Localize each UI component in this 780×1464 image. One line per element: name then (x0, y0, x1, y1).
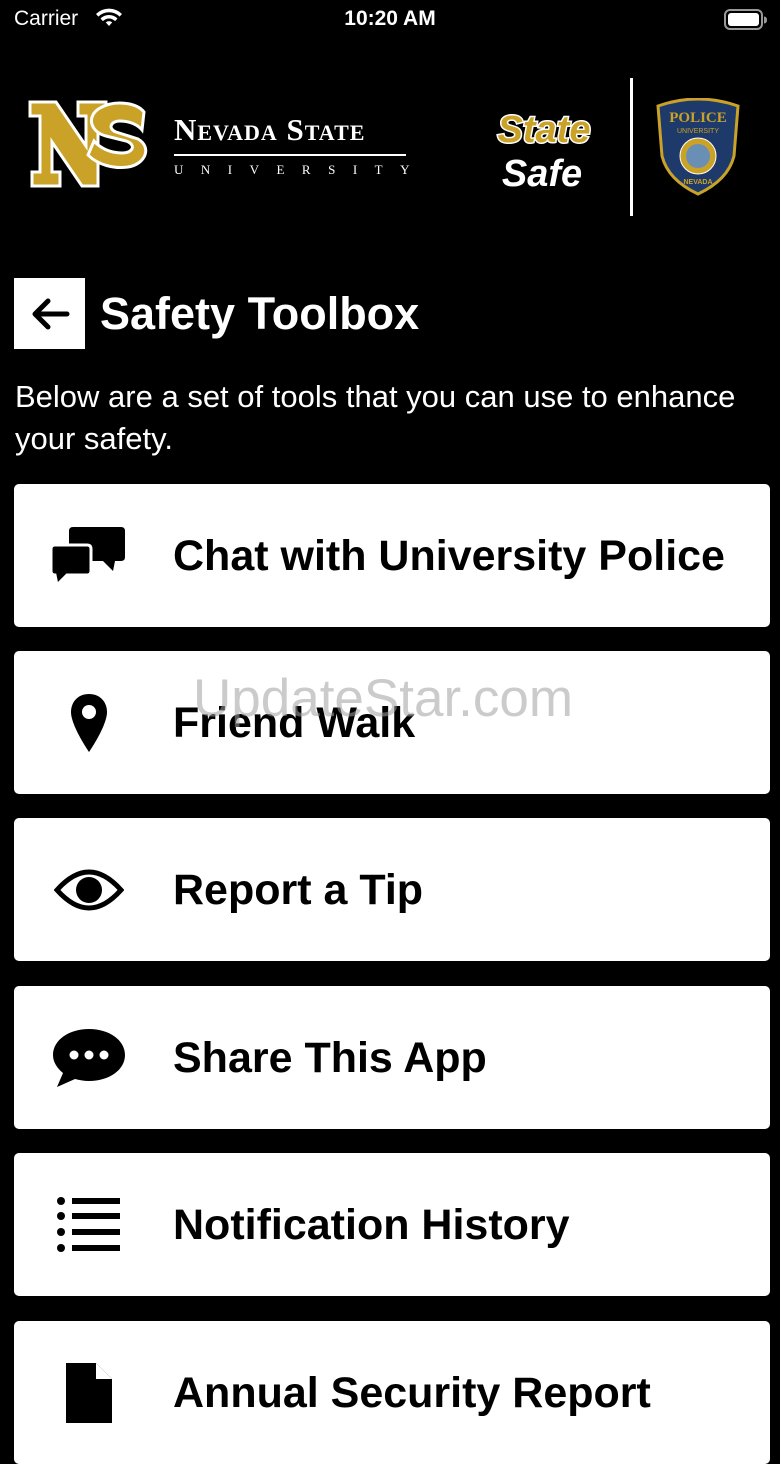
badge-top-text: POLICE (669, 110, 727, 126)
tool-label: Share This App (173, 1033, 487, 1082)
header-divider (630, 78, 633, 216)
university-subtitle: UNIVERSITY (174, 162, 427, 177)
tool-card-annual-report[interactable]: Annual Security Report (14, 1321, 770, 1464)
badge-mid-text: UNIVERSITY (677, 128, 719, 135)
tool-card-report-tip[interactable]: Report a Tip (14, 818, 770, 961)
police-badge-logo: POLICE UNIVERSITY NEVADA (656, 98, 740, 196)
arrow-left-icon (32, 298, 69, 329)
header: Nevada State UNIVERSITY State Safe POLIC… (0, 70, 780, 230)
university-name: Nevada State (174, 112, 366, 147)
title-row: Safety Toolbox (14, 278, 774, 350)
map-pin-icon (44, 651, 134, 794)
ns-monogram-logo (28, 100, 148, 188)
tool-card-chat[interactable]: Chat with University Police (14, 484, 770, 627)
state-safe-top: State (498, 109, 591, 151)
battery-icon (724, 9, 767, 30)
tool-label: Annual Security Report (173, 1368, 651, 1417)
eye-icon (44, 818, 134, 961)
document-icon (44, 1321, 134, 1464)
badge-bottom-text: NEVADA (683, 179, 712, 186)
speech-dots-icon (44, 986, 134, 1129)
back-button[interactable] (14, 278, 85, 349)
state-safe-bottom: Safe (502, 153, 582, 195)
tool-card-notification-history[interactable]: Notification History (14, 1153, 770, 1296)
chat-bubbles-icon (44, 484, 134, 627)
intro-text: Below are a set of tools that you can us… (15, 379, 736, 456)
watermark: UpdateStar.com (193, 669, 574, 728)
page-title: Safety Toolbox (100, 288, 420, 339)
tool-label: Notification History (173, 1200, 570, 1249)
tool-card-share-app[interactable]: Share This App (14, 986, 770, 1129)
university-rule (174, 154, 406, 156)
tool-label: Chat with University Police (173, 531, 725, 580)
tool-label: Report a Tip (173, 865, 424, 914)
status-bar: Carrier 10:20 AM (0, 0, 780, 44)
status-time: 10:20 AM (344, 7, 436, 30)
list-icon (44, 1153, 134, 1296)
state-safe-logo: State Safe (496, 108, 592, 196)
